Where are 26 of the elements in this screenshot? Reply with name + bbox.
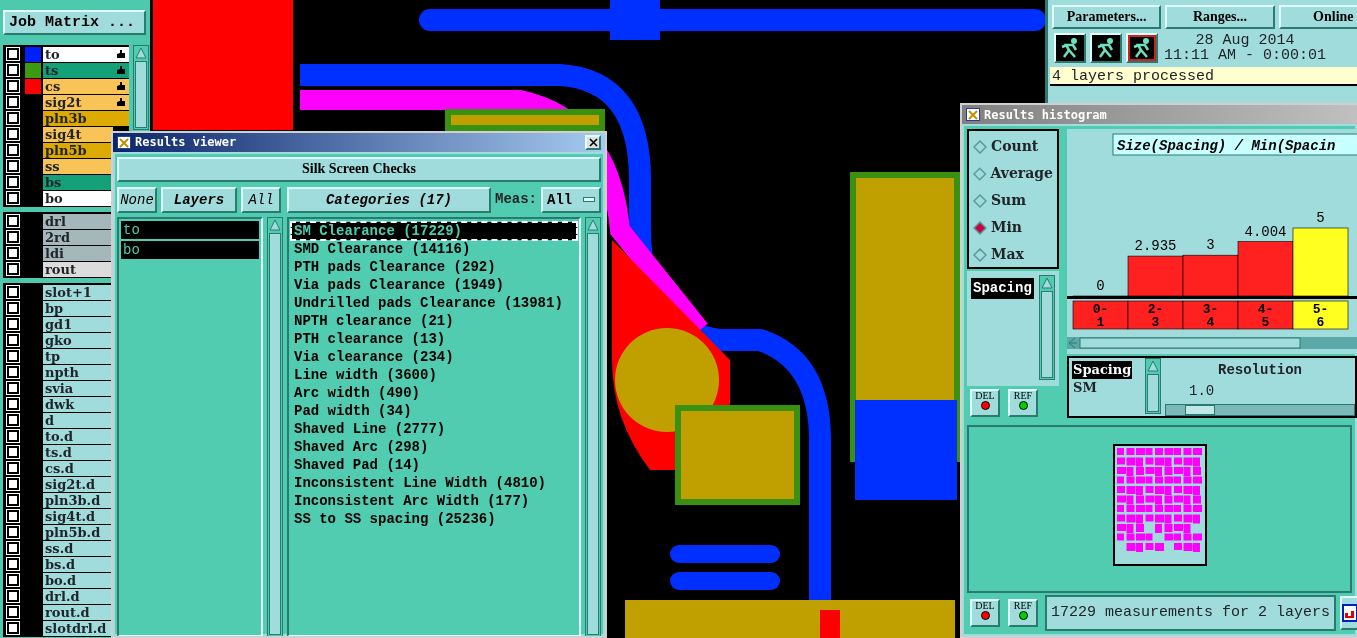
time-text: 11:11 AM - 0:00:01 xyxy=(1164,48,1327,63)
x-tick-label: 3- 4 xyxy=(1202,302,1219,330)
status-message: 4 layers processed xyxy=(1050,67,1357,86)
bar-value-label: 0 xyxy=(1096,278,1105,294)
window-title: Results viewer xyxy=(135,134,237,152)
bar-value-label: 4.004 xyxy=(1244,223,1287,240)
x-tick-label: 4- 5 xyxy=(1257,302,1274,330)
bin-label: 5- 6 xyxy=(1292,300,1349,330)
window-title: Results histogram xyxy=(984,106,1107,124)
date-text: 28 Aug 2014 xyxy=(1194,33,1296,48)
resolution-value: 1.0 xyxy=(1189,382,1215,401)
summary-text: 17229 measurements for 2 layers xyxy=(1045,595,1337,631)
bin-label: 0- 1 xyxy=(1072,300,1129,330)
bar-value-label: 5 xyxy=(1316,210,1325,226)
bin-label: 3- 4 xyxy=(1182,300,1239,330)
meas-label: Meas: xyxy=(495,190,537,210)
bar-value-label: 3 xyxy=(1206,237,1215,254)
x-tick-label: 2- 3 xyxy=(1147,302,1164,330)
x-tick-label: 5- 6 xyxy=(1312,302,1329,330)
bin-label: 4- 5 xyxy=(1237,300,1294,330)
chart-title: Size(Spacing) / Min(Spacin xyxy=(1117,138,1336,154)
bar-value-label: 2.935 xyxy=(1134,238,1177,255)
x-tick-label: 0- 1 xyxy=(1092,302,1109,330)
chart-title: Size(Spacing) / Min(Spacin xyxy=(1112,133,1357,156)
resolution-label: Resolution xyxy=(1217,361,1303,380)
bin-label: 2- 3 xyxy=(1127,300,1184,330)
